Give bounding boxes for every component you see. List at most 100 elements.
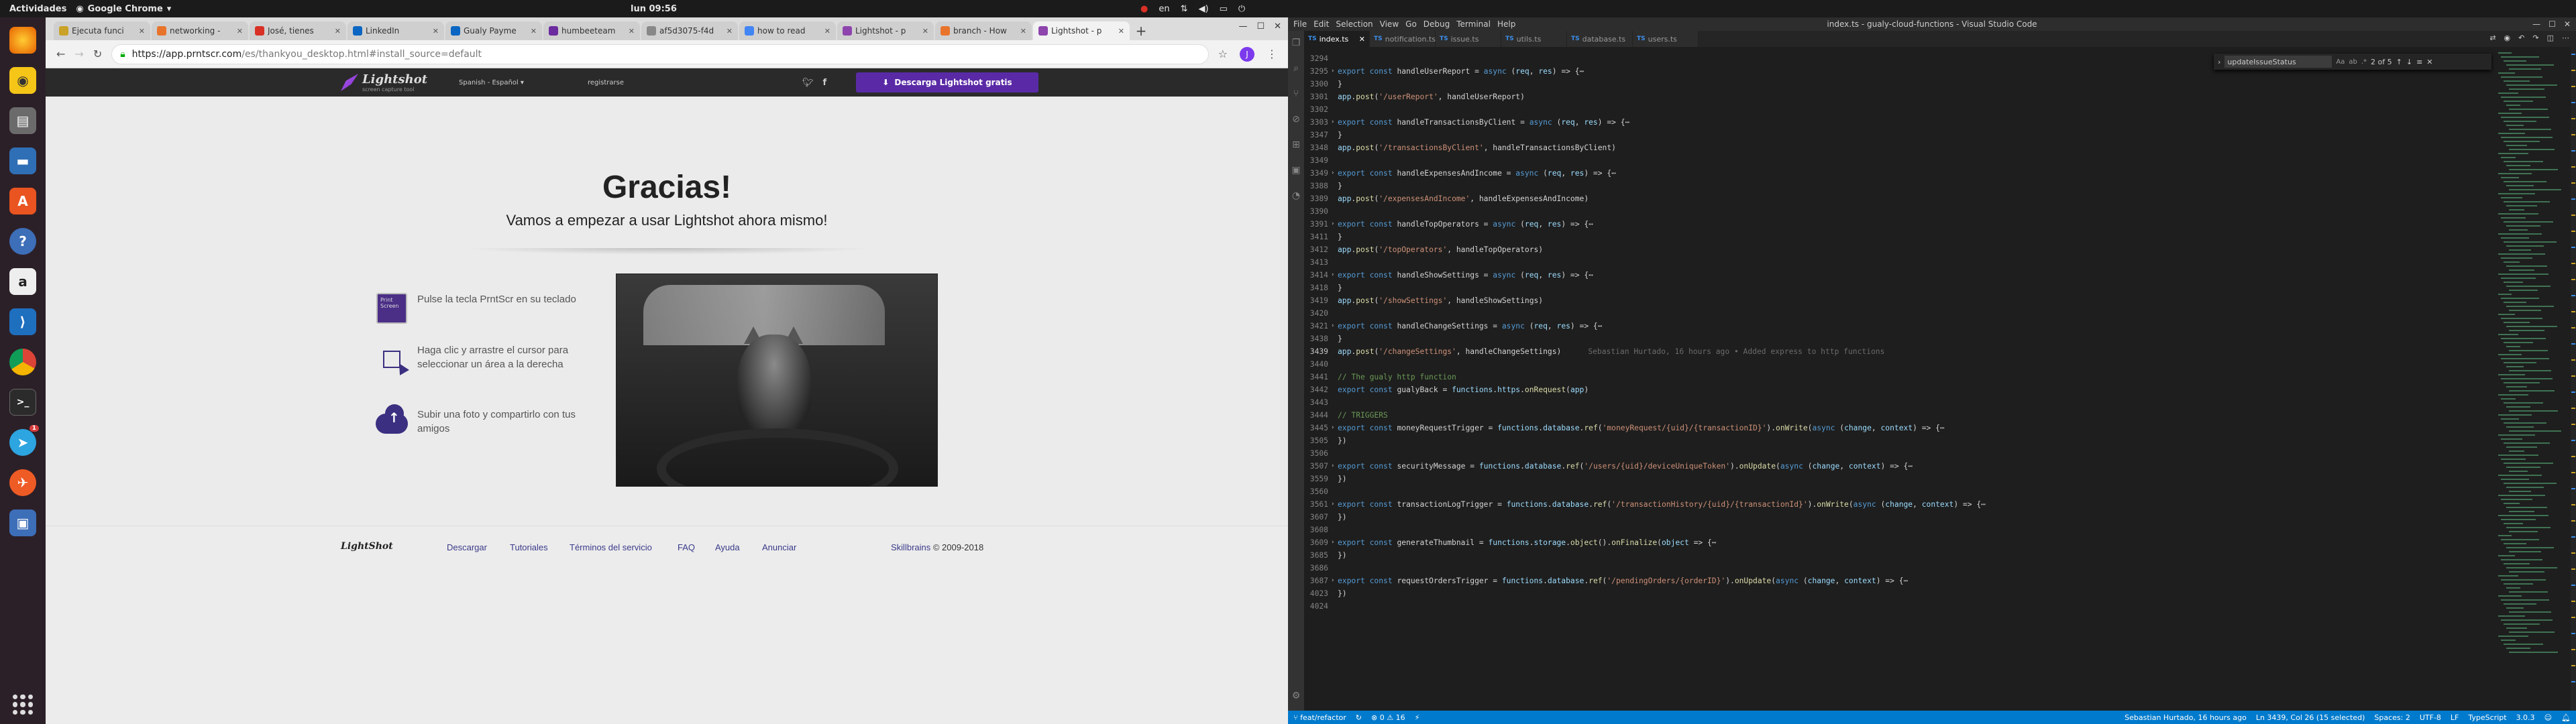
close-find-icon[interactable]: ✕ xyxy=(2426,58,2432,66)
match-case-toggle[interactable]: Aa xyxy=(2336,58,2345,66)
expand-replace-icon[interactable]: › xyxy=(2218,58,2220,66)
tab-close-icon[interactable]: ✕ xyxy=(1359,35,1365,44)
lightshot-logo[interactable]: Lightshot screen capture tool xyxy=(341,72,427,93)
profile-avatar[interactable]: J xyxy=(1240,46,1254,62)
scrollbar[interactable] xyxy=(2571,47,2576,711)
browser-tab[interactable]: how to read ✕ xyxy=(739,21,836,40)
dock-firefox[interactable] xyxy=(7,23,39,58)
show-applications-icon[interactable] xyxy=(13,695,33,715)
eol[interactable]: LF xyxy=(2451,713,2459,722)
debug-icon[interactable]: ⊘ xyxy=(1292,114,1300,125)
tab-close-icon[interactable]: ✕ xyxy=(335,27,341,36)
dock-postman[interactable]: ✈ xyxy=(7,465,39,500)
gitlens-icon[interactable]: ◔ xyxy=(1292,190,1300,201)
fold-chevron-icon[interactable]: › xyxy=(1331,218,1338,231)
facebook-icon[interactable]: f xyxy=(823,78,827,88)
close-button[interactable]: ✕ xyxy=(1274,21,1281,32)
menu-item[interactable]: Go xyxy=(1405,19,1417,29)
branch-indicator[interactable]: ⑂ feat/refactor xyxy=(1293,713,1346,722)
browser-tab[interactable]: humbeeteam ✕ xyxy=(543,21,640,40)
chrome-tray-icon[interactable]: ● xyxy=(1140,4,1148,14)
find-input[interactable]: updateIssueStatus xyxy=(2224,56,2332,68)
reload-icon[interactable]: ↻ xyxy=(93,48,102,60)
bookmark-star-icon[interactable]: ☆ xyxy=(1218,48,1228,60)
menu-item[interactable]: Debug xyxy=(1424,19,1450,29)
footer-link-faq[interactable]: FAQ xyxy=(678,542,695,552)
editor-tab[interactable]: TS notification.ts xyxy=(1370,31,1436,47)
more-actions-icon[interactable]: ⋯ xyxy=(2562,34,2569,42)
footer-link-ayuda[interactable]: Ayuda xyxy=(715,542,740,552)
browser-tab[interactable]: LinkedIn ✕ xyxy=(347,21,444,40)
fold-chevron-icon[interactable]: › xyxy=(1331,536,1338,549)
tab-close-icon[interactable]: ✕ xyxy=(531,27,537,36)
minimize-button[interactable]: — xyxy=(1238,21,1247,32)
git-history-icon[interactable]: ◉ xyxy=(2504,34,2511,42)
ts-version[interactable]: 3.0.3 xyxy=(2516,713,2535,722)
vscode-maximize-button[interactable]: ☐ xyxy=(2548,19,2556,29)
browser-tab[interactable]: Lightshot - p ✕ xyxy=(1033,21,1130,40)
feedback-icon[interactable]: ☺ xyxy=(2544,713,2552,722)
forward-icon[interactable]: → xyxy=(74,48,83,60)
editor-tab[interactable]: TS utils.ts xyxy=(1501,31,1567,47)
dock-vscode[interactable]: ⟩ xyxy=(7,304,39,339)
search-icon[interactable]: ⌕ xyxy=(1293,63,1299,74)
footer-link-descargar[interactable]: Descargar xyxy=(447,542,487,552)
dock-help[interactable]: ? xyxy=(7,224,39,259)
dock-chrome[interactable] xyxy=(7,345,39,379)
fold-chevron-icon[interactable]: › xyxy=(1331,167,1338,180)
dock-amazon[interactable]: a xyxy=(7,264,39,299)
editor-tab[interactable]: TS issue.ts xyxy=(1436,31,1501,47)
regex-toggle[interactable]: .* xyxy=(2361,58,2367,66)
dock-writer[interactable]: ▬ xyxy=(7,143,39,178)
browser-tab[interactable]: branch - How ✕ xyxy=(935,21,1032,40)
dock-software[interactable]: A xyxy=(7,184,39,219)
dock-telegram[interactable]: ➤ 1 xyxy=(7,425,39,460)
fold-chevron-icon[interactable]: › xyxy=(1331,320,1338,333)
browser-tab[interactable]: Gualy Payme ✕ xyxy=(445,21,542,40)
language-select[interactable]: Spanish - Español ▾ xyxy=(459,79,524,86)
menu-item[interactable]: Edit xyxy=(1313,19,1329,29)
previous-change-icon[interactable]: ↶ xyxy=(2518,34,2524,42)
new-tab-button[interactable]: + xyxy=(1131,21,1151,40)
fold-chevron-icon[interactable]: › xyxy=(1331,498,1338,511)
menu-item[interactable]: Terminal xyxy=(1456,19,1491,29)
editor-tab[interactable]: TS users.ts xyxy=(1633,31,1699,47)
tab-close-icon[interactable]: ✕ xyxy=(237,27,243,36)
register-link[interactable]: registrarse xyxy=(588,79,624,86)
previous-match-icon[interactable]: ↑ xyxy=(2396,58,2402,66)
power-icon[interactable]: ⏻ xyxy=(1238,4,1245,14)
sync-icon[interactable]: ↻ xyxy=(1356,713,1362,722)
fold-chevron-icon[interactable]: › xyxy=(1331,422,1338,434)
menu-item[interactable]: File xyxy=(1293,19,1307,29)
vscode-close-button[interactable]: ✕ xyxy=(2564,19,2571,29)
battery-icon[interactable]: ▭ xyxy=(1220,4,1228,14)
volume-icon[interactable]: ◀) xyxy=(1199,4,1209,14)
keyboard-language[interactable]: en xyxy=(1159,4,1169,14)
menu-icon[interactable]: ⋮ xyxy=(1267,48,1277,60)
browser-tab[interactable]: networking - ✕ xyxy=(152,21,248,40)
maximize-button[interactable]: ☐ xyxy=(1256,21,1265,32)
footer-link-terminos[interactable]: Términos del servicio xyxy=(570,542,652,552)
next-match-icon[interactable]: ↓ xyxy=(2406,58,2412,66)
code-editor[interactable]: 3294 3295 › export const handleUserReport =… xyxy=(1304,47,2576,711)
tab-close-icon[interactable]: ✕ xyxy=(139,27,145,36)
browser-tab[interactable]: af5d3075-f4d ✕ xyxy=(641,21,738,40)
menu-item[interactable]: View xyxy=(1380,19,1399,29)
system-tray[interactable]: ● en ⇅ ◀) ▭ ⏻ xyxy=(1140,4,1245,14)
tab-close-icon[interactable]: ✕ xyxy=(1118,27,1124,36)
minimap[interactable] xyxy=(2498,52,2565,656)
footer-link-tutoriales[interactable]: Tutoriales xyxy=(510,542,548,552)
back-icon[interactable]: ← xyxy=(56,48,65,60)
problems-indicator[interactable]: ⊗ 0 ⚠ 16 xyxy=(1371,713,1405,722)
menu-item[interactable]: Selection xyxy=(1336,19,1373,29)
tab-close-icon[interactable]: ✕ xyxy=(629,27,635,36)
compare-icon[interactable]: ⇄ xyxy=(2489,34,2496,42)
tab-close-icon[interactable]: ✕ xyxy=(824,27,830,36)
extensions-icon[interactable]: ⊞ xyxy=(1292,139,1300,150)
notifications-icon[interactable]: 🔔︎ xyxy=(2561,713,2571,722)
clock[interactable]: lun 09:56 xyxy=(631,4,677,14)
tab-close-icon[interactable]: ✕ xyxy=(727,27,733,36)
download-button[interactable]: ⬇ Descarga Lightshot gratis xyxy=(856,72,1038,93)
split-editor-icon[interactable]: ◫ xyxy=(2547,34,2554,42)
browser-tab[interactable]: José, tienes ✕ xyxy=(250,21,346,40)
